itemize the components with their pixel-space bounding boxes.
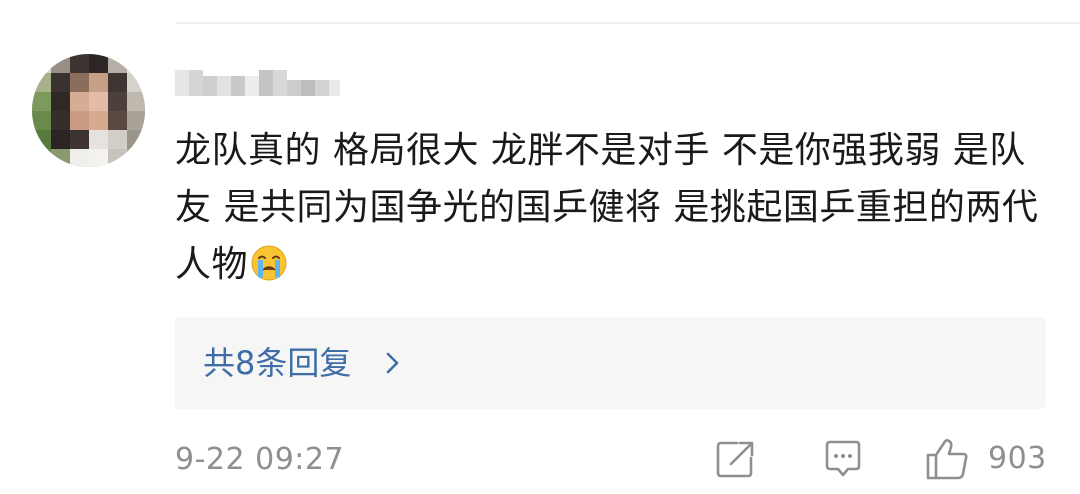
like-button[interactable]: 903 — [924, 436, 1054, 482]
comment-body: 龙队真的 格局很大 龙胖不是对手 不是你强我弱 是队友 是共同为国争光的国乒健将… — [175, 122, 1045, 293]
crying-face-emoji-icon — [250, 242, 288, 281]
share-icon — [713, 441, 757, 486]
comment-text: 龙队真的 格局很大 龙胖不是对手 不是你强我弱 是队友 是共同为国争光的国乒健将… — [175, 130, 1039, 285]
comment-card: 龙队真的 格局很大 龙胖不是对手 不是你强我弱 是队友 是共同为国争光的国乒健将… — [0, 0, 1080, 494]
avatar[interactable] — [32, 54, 145, 167]
like-count: 903 — [988, 441, 1047, 476]
share-button[interactable] — [713, 436, 757, 482]
chevron-right-icon — [383, 349, 403, 377]
username[interactable] — [175, 66, 340, 100]
reply-button[interactable] — [821, 436, 865, 482]
divider — [175, 22, 1080, 24]
comment-icon — [821, 440, 865, 486]
view-replies-button[interactable]: 共8条回复 — [175, 317, 1046, 409]
thumbs-up-icon — [924, 436, 972, 482]
replies-count-label: 共8条回复 — [203, 344, 352, 382]
comment-timestamp: 9-22 09:27 — [175, 442, 345, 477]
